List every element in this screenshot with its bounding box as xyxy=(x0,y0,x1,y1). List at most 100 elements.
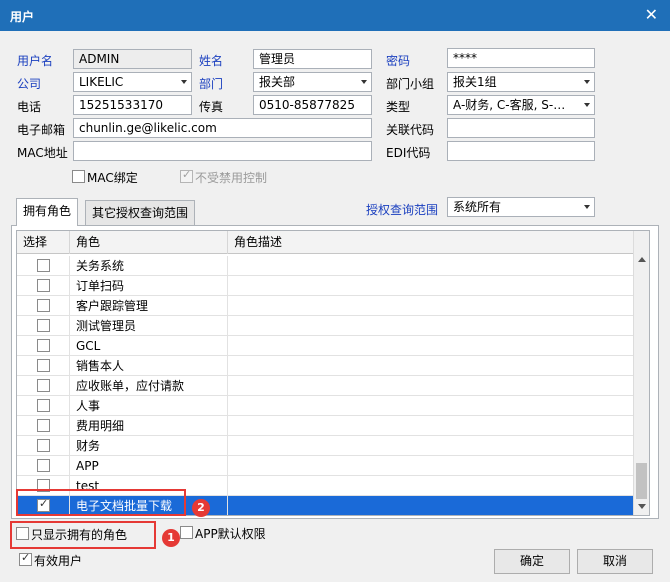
scroll-up-icon[interactable] xyxy=(638,257,646,262)
row-checkbox[interactable] xyxy=(37,399,50,412)
mac-bind-label: MAC绑定 xyxy=(87,171,138,185)
role-name-cell: 测试管理员 xyxy=(70,316,228,336)
row-checkbox[interactable] xyxy=(37,259,50,272)
type-label: 类型 xyxy=(386,100,411,114)
email-input[interactable]: chunlin.ge@likelic.com xyxy=(73,118,372,138)
fax-label: 传真 xyxy=(199,100,224,114)
table-row[interactable]: 订单扫码 xyxy=(17,276,633,296)
role-name-cell: GCL xyxy=(70,336,228,356)
table-row[interactable]: 应收账单，应付请款 xyxy=(17,376,633,396)
role-desc-cell xyxy=(228,276,633,296)
chevron-down-icon xyxy=(584,80,590,84)
close-icon[interactable]: ✕ xyxy=(645,5,658,24)
annotation-box-2 xyxy=(16,489,186,516)
column-header-role[interactable]: 角色 xyxy=(70,231,228,254)
role-name-cell: 销售本人 xyxy=(70,356,228,376)
no-ban-checkbox[interactable]: ✓ xyxy=(180,168,193,183)
company-select[interactable]: LIKELIC xyxy=(73,72,192,92)
check-icon: ✓ xyxy=(182,168,192,181)
role-desc-cell xyxy=(228,416,633,436)
chevron-down-icon xyxy=(361,80,367,84)
name-label: 姓名 xyxy=(199,54,224,68)
row-select-cell xyxy=(17,416,70,436)
valid-user-checkbox[interactable]: ✓ xyxy=(19,551,32,566)
type-value: A-财务, C-客服, S-… xyxy=(453,98,566,112)
row-checkbox[interactable] xyxy=(37,319,50,332)
scroll-thumb[interactable] xyxy=(636,463,647,499)
password-label: 密码 xyxy=(386,54,411,68)
window-title: 用户 xyxy=(10,10,35,24)
row-select-cell xyxy=(17,256,70,276)
email-label: 电子邮箱 xyxy=(17,123,66,137)
row-checkbox[interactable] xyxy=(37,439,50,452)
table-row[interactable]: APP xyxy=(17,456,633,476)
dept-group-select[interactable]: 报关1组 xyxy=(447,72,595,92)
check-icon: ✓ xyxy=(21,551,31,564)
name-input[interactable]: 管理员 xyxy=(253,49,372,69)
table-row[interactable]: 客户跟踪管理 xyxy=(17,296,633,316)
role-name-cell: 应收账单，应付请款 xyxy=(70,376,228,396)
vertical-scrollbar[interactable] xyxy=(633,231,649,515)
chevron-down-icon xyxy=(181,80,187,84)
username-label: 用户名 xyxy=(17,54,54,68)
table-row[interactable]: 费用明细 xyxy=(17,416,633,436)
row-checkbox[interactable] xyxy=(37,359,50,372)
role-desc-cell xyxy=(228,356,633,376)
mac-bind-checkbox[interactable] xyxy=(72,170,85,183)
table-row[interactable]: 关务系统 xyxy=(17,256,633,276)
role-desc-cell xyxy=(228,396,633,416)
table-row[interactable]: 人事 xyxy=(17,396,633,416)
mac-input[interactable] xyxy=(73,141,372,161)
no-ban-label: 不受禁用控制 xyxy=(195,171,268,185)
scroll-down-icon[interactable] xyxy=(638,504,646,509)
phone-input[interactable]: 15251533170 xyxy=(73,95,192,115)
chevron-down-icon xyxy=(584,205,590,209)
table-row[interactable]: GCL xyxy=(17,336,633,356)
role-name-cell: 人事 xyxy=(70,396,228,416)
company-value: LIKELIC xyxy=(79,75,124,89)
role-desc-cell xyxy=(228,296,633,316)
app-default-checkbox[interactable] xyxy=(180,526,193,539)
roles-grid: 选择 角色 角色描述 关务系统 订单扫码 客户跟踪管理 测试管理员 GCL 销售本人 应收账… xyxy=(16,230,650,516)
role-desc-cell xyxy=(228,436,633,456)
column-header-role-desc[interactable]: 角色描述 xyxy=(228,231,633,254)
dept-value: 报关部 xyxy=(259,75,296,89)
row-checkbox[interactable] xyxy=(37,419,50,432)
mac-label: MAC地址 xyxy=(17,146,68,160)
scope-label: 授权查询范围 xyxy=(366,203,439,217)
table-row[interactable]: 财务 xyxy=(17,436,633,456)
fax-input[interactable]: 0510-85877825 xyxy=(253,95,372,115)
app-default-label: APP默认权限 xyxy=(195,527,266,541)
tab-other-scope[interactable]: 其它授权查询范围 xyxy=(85,200,196,226)
annotation-badge-1: 1 xyxy=(162,529,180,547)
tab-owned-roles[interactable]: 拥有角色 xyxy=(16,198,79,226)
role-desc-cell xyxy=(228,316,633,336)
only-owned-checkbox[interactable] xyxy=(16,527,29,540)
valid-user-label: 有效用户 xyxy=(34,554,83,568)
ok-button[interactable]: 确定 xyxy=(494,549,570,574)
link-code-input[interactable] xyxy=(447,118,595,138)
row-select-cell xyxy=(17,296,70,316)
role-name-cell: 订单扫码 xyxy=(70,276,228,296)
company-label: 公司 xyxy=(17,77,42,91)
table-row[interactable]: 销售本人 xyxy=(17,356,633,376)
role-desc-cell xyxy=(228,256,633,276)
grid-header: 选择 角色 角色描述 xyxy=(17,231,633,254)
row-checkbox[interactable] xyxy=(37,279,50,292)
edi-input[interactable] xyxy=(447,141,595,161)
column-header-select[interactable]: 选择 xyxy=(17,231,70,254)
table-row[interactable]: 测试管理员 xyxy=(17,316,633,336)
scope-select[interactable]: 系统所有 xyxy=(447,197,595,217)
password-input[interactable]: **** xyxy=(447,48,595,68)
row-checkbox[interactable] xyxy=(37,339,50,352)
dept-label: 部门 xyxy=(199,77,224,91)
row-checkbox[interactable] xyxy=(37,459,50,472)
edi-label: EDI代码 xyxy=(386,146,431,160)
cancel-button[interactable]: 取消 xyxy=(577,549,653,574)
type-select[interactable]: A-财务, C-客服, S-… xyxy=(447,95,595,115)
row-checkbox[interactable] xyxy=(37,379,50,392)
role-desc-cell xyxy=(228,376,633,396)
username-input[interactable]: ADMIN xyxy=(73,49,192,69)
row-checkbox[interactable] xyxy=(37,299,50,312)
dept-select[interactable]: 报关部 xyxy=(253,72,372,92)
